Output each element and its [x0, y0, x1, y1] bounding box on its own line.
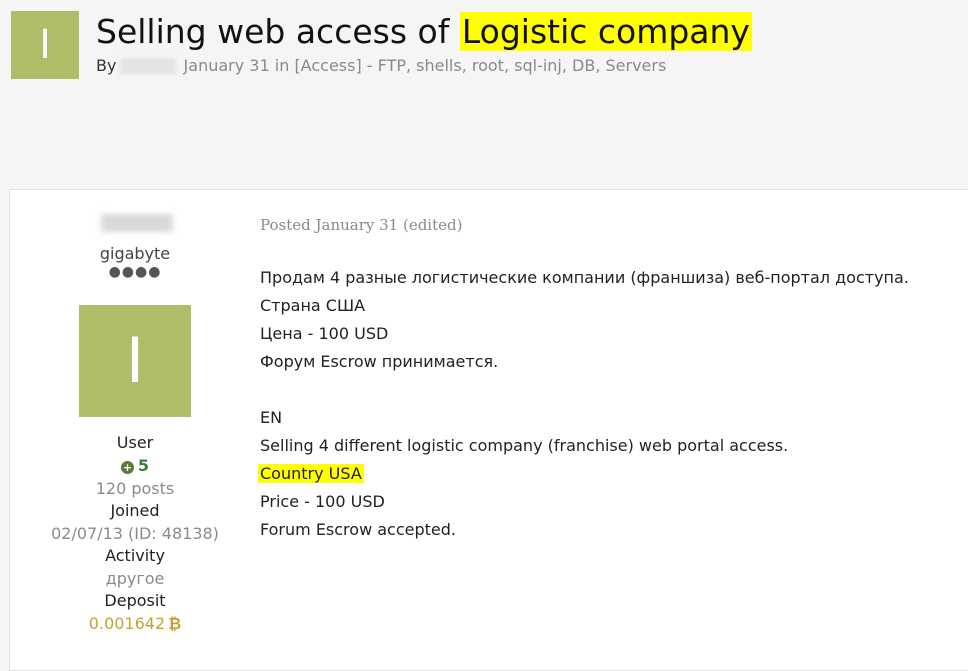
topic-date: January 31	[183, 56, 270, 75]
deposit-amount: 0.001642	[88, 614, 166, 633]
rank-dots-icon: ●●●●	[108, 264, 162, 280]
author-avatar[interactable]: I	[79, 305, 191, 417]
topic-title-highlight: Logistic company	[459, 12, 752, 51]
by-label: By	[96, 56, 117, 75]
in-label: in	[274, 56, 290, 75]
post-line: Страна США	[260, 296, 366, 315]
post-line: Цена - 100 USD	[260, 324, 389, 343]
deposit-value: 0.001642 ₿	[10, 614, 260, 634]
post-line: Forum Escrow accepted.	[260, 520, 456, 539]
post-line: Selling 4 different logistic company (fr…	[260, 436, 789, 455]
topic-title: Selling web access of Logistic company	[96, 10, 752, 54]
activity-value: другое	[105, 569, 165, 588]
author-post-count[interactable]: 120 posts	[10, 479, 260, 498]
post-container: gigabyte ●●●● I User +5 120 posts Joined…	[9, 189, 968, 671]
author-group: User	[116, 433, 154, 452]
post-timestamp[interactable]: Posted January 31 (edited)	[260, 216, 462, 234]
activity-label: Activity	[105, 546, 165, 565]
topic-avatar[interactable]: I	[11, 11, 79, 79]
deposit-label: Deposit	[104, 591, 166, 610]
topic-title-text: Selling web access of	[96, 12, 460, 51]
post-line-blank	[260, 376, 909, 404]
post-body: Продам 4 разные логистические компании (…	[258, 264, 909, 544]
redacted-author-username[interactable]	[101, 214, 173, 232]
post-line-highlighted: Country USA	[258, 464, 364, 483]
topic-byline: By January 31 in [Access] - FTP, shells,…	[96, 56, 666, 75]
bitcoin-icon: ₿	[168, 614, 182, 633]
joined-label: Joined	[110, 501, 160, 520]
post-line: Продам 4 разные логистические компании (…	[260, 268, 909, 287]
post-line: Price - 100 USD	[260, 492, 385, 511]
redacted-author-name[interactable]	[120, 58, 177, 74]
joined-value: 02/07/13 (ID: 48138)	[51, 524, 219, 543]
forum-link[interactable]: [Access] - FTP, shells, root, sql-inj, D…	[294, 56, 666, 75]
plus-circle-icon: +	[120, 461, 134, 474]
author-title: gigabyte	[99, 244, 171, 263]
post-line: Форум Escrow принимается.	[260, 352, 499, 371]
author-reputation: +5	[10, 456, 260, 475]
reputation-value: 5	[137, 456, 150, 475]
post-line: EN	[260, 408, 283, 427]
